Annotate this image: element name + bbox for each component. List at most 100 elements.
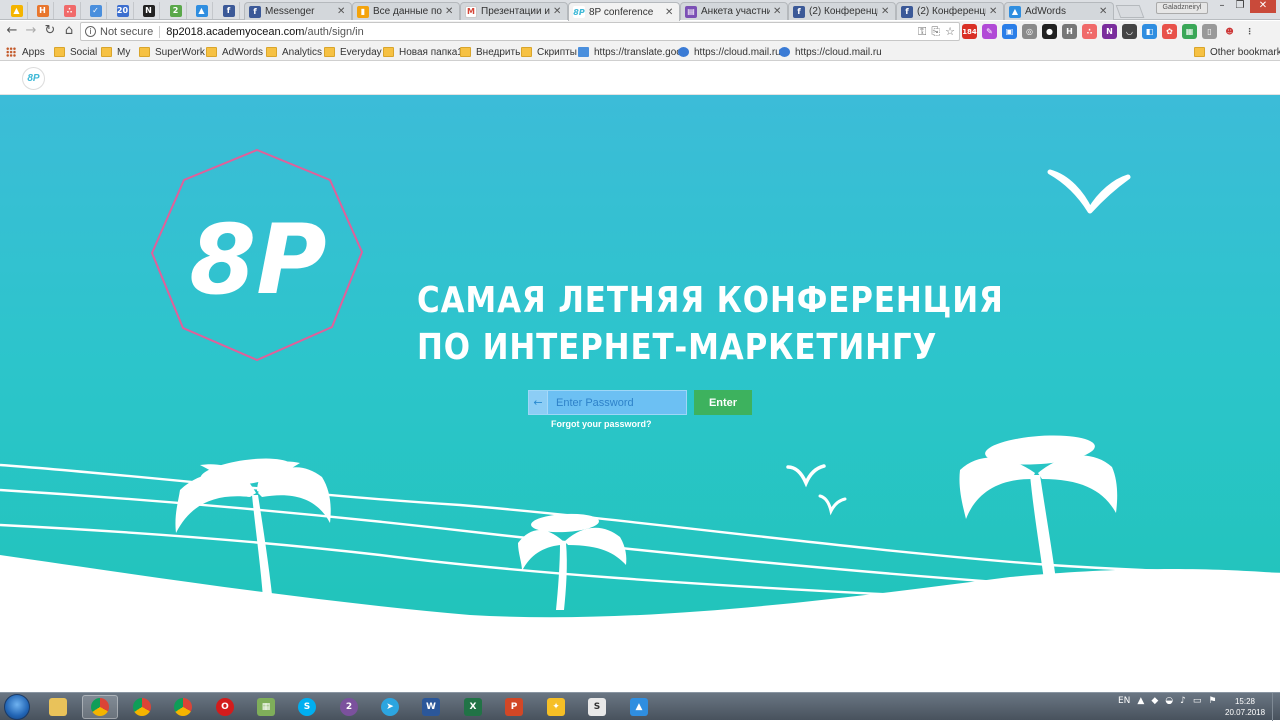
- screenshot-icon[interactable]: ▣: [1002, 24, 1017, 39]
- bookmark-analytics[interactable]: Analytics: [266, 45, 322, 59]
- close-icon[interactable]: ✕: [1099, 6, 1109, 17]
- close-icon[interactable]: ✕: [989, 6, 999, 17]
- restore-icon[interactable]: ❐: [1231, 0, 1249, 13]
- close-icon[interactable]: ✕: [337, 6, 347, 17]
- taskbar-skype[interactable]: S: [289, 695, 325, 719]
- language-indicator[interactable]: EN: [1118, 696, 1130, 706]
- bookmark-implement[interactable]: Внедрить: [460, 45, 520, 59]
- asana-ext-icon[interactable]: ∴: [1082, 24, 1097, 39]
- flag-icon[interactable]: ⚑: [1208, 696, 1216, 706]
- enter-button[interactable]: Enter: [694, 390, 752, 415]
- pen-icon[interactable]: ✎: [982, 24, 997, 39]
- taskbar-chrome-active[interactable]: [82, 695, 118, 719]
- tray-arrow-icon[interactable]: ▲: [1137, 696, 1144, 706]
- facebook-icon: f: [901, 5, 913, 18]
- home-icon[interactable]: ⌂: [61, 23, 77, 39]
- taskbar-excel[interactable]: X: [455, 695, 491, 719]
- profile-button[interactable]: Galadzneiryl: [1156, 2, 1208, 14]
- pinned-tab-adwords[interactable]: ▲: [191, 2, 213, 19]
- tab-analytics-data[interactable]: ▮ Все данные по веб ✕: [352, 2, 460, 20]
- tab-survey[interactable]: ▤ Анкета участника ✕: [680, 2, 788, 20]
- close-icon[interactable]: ✕: [773, 6, 783, 17]
- taskbar-explorer[interactable]: [40, 695, 76, 719]
- dropbox-icon[interactable]: ◆: [1151, 696, 1158, 706]
- bookmark-translate[interactable]: https://translate.goo: [578, 45, 682, 59]
- close-window-icon[interactable]: ✕: [1250, 0, 1276, 13]
- bookmark-scripts[interactable]: Скрипты: [521, 45, 577, 59]
- pinned-tab-h[interactable]: H: [32, 2, 54, 19]
- pinned-tab-two[interactable]: 2: [165, 2, 187, 19]
- taskbar-adwords[interactable]: ▲: [621, 695, 657, 719]
- ext-red-icon[interactable]: ✿: [1162, 24, 1177, 39]
- pinned-tab-facebook[interactable]: f: [218, 2, 240, 19]
- bookmark-social[interactable]: Social: [54, 45, 97, 59]
- tab-facebook-conference-2[interactable]: f (2) Конференция 8 ✕: [896, 2, 1004, 20]
- taskbar-viber[interactable]: 2: [331, 695, 367, 719]
- minimize-icon[interactable]: –: [1213, 0, 1231, 13]
- bookmark-superwork[interactable]: SuperWork: [139, 45, 205, 59]
- address-bar[interactable]: i Not secure 8p2018.academyocean.com/aut…: [80, 22, 960, 41]
- new-tab-button[interactable]: [1115, 5, 1145, 18]
- pinned-tab-notion[interactable]: N: [138, 2, 160, 19]
- bookmark-my[interactable]: My: [101, 45, 130, 59]
- pinned-tab-asana[interactable]: ∴: [59, 2, 81, 19]
- pinned-tab-tasks[interactable]: ✓: [85, 2, 107, 19]
- forgot-password-link[interactable]: Forgot your password?: [551, 419, 652, 429]
- bookmark-other[interactable]: Other bookmarks: [1194, 45, 1280, 59]
- site-logo[interactable]: 8P: [22, 67, 45, 90]
- gmail-checker-icon[interactable]: 184: [962, 24, 977, 39]
- bookmark-cloud-1[interactable]: https://cloud.mail.ru: [678, 45, 781, 59]
- translate-icon[interactable]: ⎘: [931, 25, 940, 39]
- bookmark-new-folder[interactable]: Новая папка1: [383, 45, 463, 59]
- ext-page-icon[interactable]: ▯: [1202, 24, 1217, 39]
- tab-adwords[interactable]: ▲ AdWords ✕: [1004, 2, 1114, 20]
- forward-icon[interactable]: →: [23, 23, 39, 39]
- ext-blue-icon[interactable]: ◧: [1142, 24, 1157, 39]
- clock[interactable]: 15:28 20.07.2018: [1225, 696, 1265, 718]
- show-desktop-button[interactable]: [1272, 693, 1280, 721]
- profile-avatar-icon[interactable]: ☻: [1222, 24, 1237, 39]
- url-text[interactable]: 8p2018.academyocean.com/auth/sign/in: [166, 26, 364, 38]
- tab-gmail[interactable]: M Презентации и с ✕: [460, 2, 568, 20]
- ext-h-icon[interactable]: H: [1062, 24, 1077, 39]
- key-icon[interactable]: ⚿: [918, 25, 926, 39]
- taskbar-opera[interactable]: O: [207, 695, 243, 719]
- bookmark-apps[interactable]: Apps: [6, 45, 45, 59]
- close-icon[interactable]: ✕: [665, 7, 675, 18]
- network-icon[interactable]: ▭: [1193, 696, 1202, 706]
- tab-facebook-conference-1[interactable]: f (2) Конференция 8 ✕: [788, 2, 896, 20]
- ext-black-icon[interactable]: ●: [1042, 24, 1057, 39]
- pinned-tab-drive[interactable]: ▲: [6, 2, 28, 19]
- taskbar-chrome-3[interactable]: [165, 695, 201, 719]
- ext-green-icon[interactable]: ▦: [1182, 24, 1197, 39]
- back-icon[interactable]: ←: [4, 23, 20, 39]
- menu-icon[interactable]: ⋮: [1242, 24, 1257, 39]
- ext-gray-icon[interactable]: ◎: [1022, 24, 1037, 39]
- taskbar-chrome-2[interactable]: [124, 695, 160, 719]
- taskbar-app-green[interactable]: ▦: [248, 695, 284, 719]
- close-icon[interactable]: ✕: [881, 6, 891, 17]
- taskbar-keep[interactable]: ✦: [538, 695, 574, 719]
- taskbar-telegram[interactable]: ➤: [372, 695, 408, 719]
- info-icon[interactable]: i: [85, 26, 96, 37]
- start-button[interactable]: [4, 694, 30, 720]
- taskbar-word[interactable]: W: [413, 695, 449, 719]
- bookmark-everyday[interactable]: Everyday: [324, 45, 382, 59]
- taskbar-powerpoint[interactable]: P: [496, 695, 532, 719]
- taskbar-app-s[interactable]: S: [579, 695, 615, 719]
- wifi-icon[interactable]: ◒: [1165, 696, 1173, 706]
- reload-icon[interactable]: ↻: [42, 23, 58, 39]
- password-input[interactable]: [548, 391, 684, 414]
- close-icon[interactable]: ✕: [553, 6, 563, 17]
- star-icon[interactable]: ☆: [945, 25, 955, 39]
- back-arrow-icon[interactable]: ←: [529, 391, 548, 414]
- volume-icon[interactable]: ♪: [1180, 696, 1186, 706]
- bookmark-cloud-2[interactable]: https://cloud.mail.ru: [779, 45, 882, 59]
- tab-8p-conference[interactable]: 8P 8P conference ✕: [568, 2, 680, 21]
- bookmark-adwords[interactable]: AdWords: [206, 45, 263, 59]
- pinned-tab-calendar[interactable]: 20: [112, 2, 134, 19]
- onenote-icon[interactable]: N: [1102, 24, 1117, 39]
- tab-messenger[interactable]: f Messenger ✕: [244, 2, 352, 20]
- close-icon[interactable]: ✕: [445, 6, 455, 17]
- pocket-icon[interactable]: ◡: [1122, 24, 1137, 39]
